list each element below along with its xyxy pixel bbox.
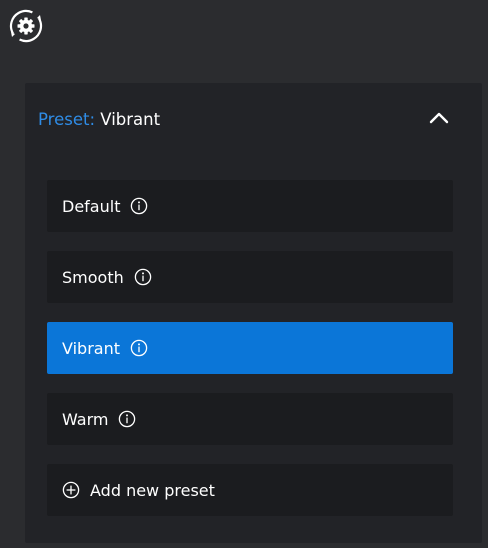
preset-panel: Preset: Vibrant Default Smooth Vibrant W… [25,83,482,543]
info-icon[interactable] [134,268,152,286]
preset-item-smooth[interactable]: Smooth [47,251,453,303]
add-new-preset-button[interactable]: Add new preset [47,464,453,516]
preset-item-label: Vibrant [62,338,120,358]
preset-item-warm[interactable]: Warm [47,393,453,445]
preset-item-label: Smooth [62,267,124,287]
preset-item-vibrant[interactable]: Vibrant [47,322,453,374]
preset-current-value: Vibrant [100,110,161,129]
preset-label-text: Preset: [38,110,96,129]
plus-circle-icon [62,481,80,499]
info-icon[interactable] [130,197,148,215]
preset-label: Preset: Vibrant [38,110,160,129]
chevron-up-icon[interactable] [428,107,450,129]
add-new-preset-label: Add new preset [90,480,215,500]
gear-refresh-icon[interactable] [8,8,44,44]
preset-item-default[interactable]: Default [47,180,453,232]
preset-dropdown-header[interactable]: Preset: Vibrant [25,83,482,155]
preset-item-label: Default [62,196,121,216]
info-icon[interactable] [118,410,136,428]
preset-item-label: Warm [62,409,109,429]
info-icon[interactable] [130,339,148,357]
